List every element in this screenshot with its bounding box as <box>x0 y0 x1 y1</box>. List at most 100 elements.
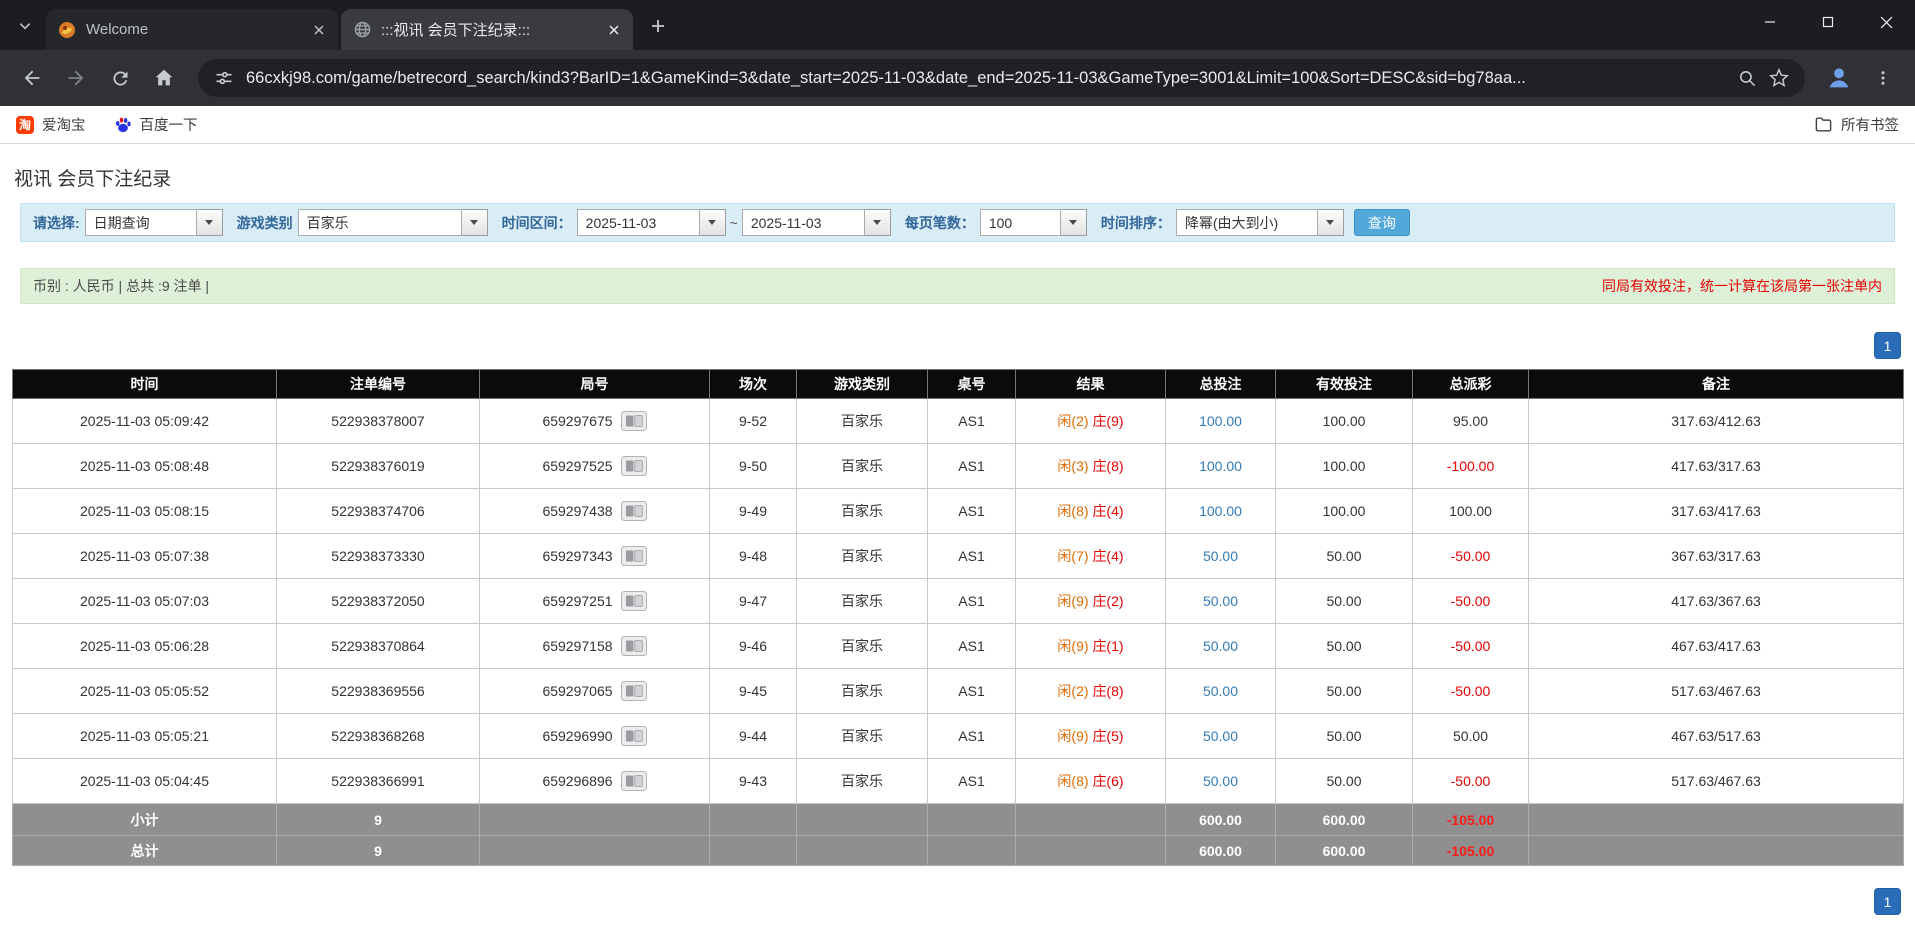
date-start-dropdown-icon[interactable] <box>699 209 726 236</box>
empty-cell <box>927 803 1016 836</box>
close-window-button[interactable] <box>1857 0 1915 44</box>
page-size-select[interactable] <box>979 209 1087 236</box>
query-type-dropdown-icon[interactable] <box>196 209 223 236</box>
date-start-picker[interactable] <box>576 209 726 236</box>
search-button[interactable]: 查询 <box>1353 209 1410 236</box>
result-player: 闲(8) <box>1057 503 1089 519</box>
result-cell: 闲(9) 庄(1) <box>1015 623 1166 669</box>
total-total-bet: 600.00 <box>1165 835 1276 866</box>
bet-id-cell: 522938370864 <box>276 623 480 669</box>
remark-cell: 517.63/467.63 <box>1528 668 1904 714</box>
time-cell: 2025-11-03 05:07:03 <box>12 578 277 624</box>
sort-value[interactable]: 降幂(由大到小) <box>1175 209 1318 236</box>
game-type-label: 游戏类别 <box>236 214 293 231</box>
zoom-icon[interactable] <box>1738 69 1757 88</box>
game-type-select[interactable]: 百家乐 <box>297 209 488 236</box>
query-type-value[interactable]: 日期查询 <box>84 209 197 236</box>
valid-bet-cell: 50.00 <box>1275 533 1413 579</box>
new-tab-button[interactable] <box>641 9 675 43</box>
refresh-button[interactable] <box>100 58 140 98</box>
query-type-select[interactable]: 日期查询 <box>84 209 223 236</box>
time-cell: 2025-11-03 05:05:52 <box>12 668 277 714</box>
result-banker: 庄(5) <box>1092 728 1124 744</box>
round-result-icon[interactable] <box>620 411 647 431</box>
round-result-icon[interactable] <box>620 546 647 566</box>
payout-cell: -50.00 <box>1412 533 1529 579</box>
round-id-group: 659297065 <box>542 681 647 701</box>
time-cell: 2025-11-03 05:06:28 <box>12 623 277 669</box>
total-bet-cell[interactable]: 100.00 <box>1165 443 1276 489</box>
tab-close-icon[interactable] <box>308 19 330 41</box>
sort-dropdown-icon[interactable] <box>1317 209 1344 236</box>
empty-cell <box>1528 803 1904 836</box>
payout-cell: 100.00 <box>1412 488 1529 534</box>
total-bet-cell[interactable]: 50.00 <box>1165 623 1276 669</box>
chevron-down-icon <box>19 23 31 30</box>
total-bet-cell[interactable]: 100.00 <box>1165 398 1276 444</box>
subtotal-valid-bet: 600.00 <box>1275 803 1413 836</box>
home-button[interactable] <box>144 58 184 98</box>
subtotal-label: 小计 <box>12 803 277 836</box>
total-bet-cell[interactable]: 50.00 <box>1165 533 1276 579</box>
total-bet-cell[interactable]: 100.00 <box>1165 488 1276 534</box>
result-player: 闲(7) <box>1057 548 1089 564</box>
maximize-icon <box>1822 16 1834 28</box>
round-result-icon[interactable] <box>620 636 647 656</box>
result-banker: 庄(9) <box>1092 413 1124 429</box>
round-result-icon[interactable] <box>620 591 647 611</box>
subtotal-payout: -105.00 <box>1412 803 1529 836</box>
menu-button[interactable] <box>1863 58 1903 98</box>
round-result-icon[interactable] <box>620 771 647 791</box>
url-text[interactable]: 66cxkj98.com/game/betrecord_search/kind3… <box>246 69 1726 88</box>
date-end-input[interactable] <box>741 209 865 236</box>
all-bookmarks[interactable]: 所有书签 <box>1814 114 1899 135</box>
table-no-cell: AS1 <box>927 623 1016 669</box>
profile-avatar[interactable] <box>1819 58 1859 98</box>
page-1-button[interactable]: 1 <box>1874 332 1901 359</box>
site-settings-icon[interactable] <box>214 68 234 88</box>
sort-select[interactable]: 降幂(由大到小) <box>1175 209 1344 236</box>
tab-search-button[interactable] <box>10 11 40 41</box>
forward-button[interactable] <box>56 58 96 98</box>
address-bar[interactable]: 66cxkj98.com/game/betrecord_search/kind3… <box>198 59 1805 97</box>
tab-bet-records[interactable]: :::视讯 会员下注纪录::: <box>341 9 633 50</box>
cards-icon <box>620 546 647 566</box>
total-bet-cell[interactable]: 50.00 <box>1165 668 1276 714</box>
bookmark-taobao[interactable]: 淘 爱淘宝 <box>16 114 86 135</box>
round-id: 659296896 <box>542 773 613 789</box>
round-result-icon[interactable] <box>620 456 647 476</box>
session-cell: 9-46 <box>709 623 797 669</box>
page-size-dropdown-icon[interactable] <box>1060 209 1087 236</box>
tab-close-icon[interactable] <box>603 19 625 41</box>
total-bet-cell[interactable]: 50.00 <box>1165 758 1276 804</box>
round-result-icon[interactable] <box>620 726 647 746</box>
tab-welcome[interactable]: Welcome <box>46 9 338 50</box>
bookmark-baidu[interactable]: 百度一下 <box>114 114 198 135</box>
total-bet-cell[interactable]: 50.00 <box>1165 713 1276 759</box>
minimize-button[interactable] <box>1741 0 1799 44</box>
round-id-group: 659297438 <box>542 501 647 521</box>
three-dots-icon <box>1881 71 1885 85</box>
date-start-input[interactable] <box>576 209 700 236</box>
date-end-dropdown-icon[interactable] <box>864 209 891 236</box>
round-id-group: 659296896 <box>542 771 647 791</box>
col-header-total-bet: 总投注 <box>1165 369 1276 399</box>
round-result-icon[interactable] <box>620 501 647 521</box>
bookmark-star-icon[interactable] <box>1769 68 1789 88</box>
cards-icon <box>620 456 647 476</box>
result-cell: 闲(7) 庄(4) <box>1015 533 1166 579</box>
round-id: 659297251 <box>542 593 613 609</box>
game-type-value[interactable]: 百家乐 <box>297 209 462 236</box>
valid-bet-cell: 100.00 <box>1275 488 1413 534</box>
round-result-icon[interactable] <box>620 681 647 701</box>
game-type-dropdown-icon[interactable] <box>461 209 488 236</box>
page-size-input[interactable] <box>979 209 1061 236</box>
total-bet-cell[interactable]: 50.00 <box>1165 578 1276 624</box>
date-end-picker[interactable] <box>741 209 891 236</box>
cards-icon <box>620 411 647 431</box>
plus-icon <box>652 20 664 32</box>
page-1-button[interactable]: 1 <box>1874 888 1901 915</box>
maximize-button[interactable] <box>1799 0 1857 44</box>
back-button[interactable] <box>12 58 52 98</box>
table-no-cell: AS1 <box>927 578 1016 624</box>
